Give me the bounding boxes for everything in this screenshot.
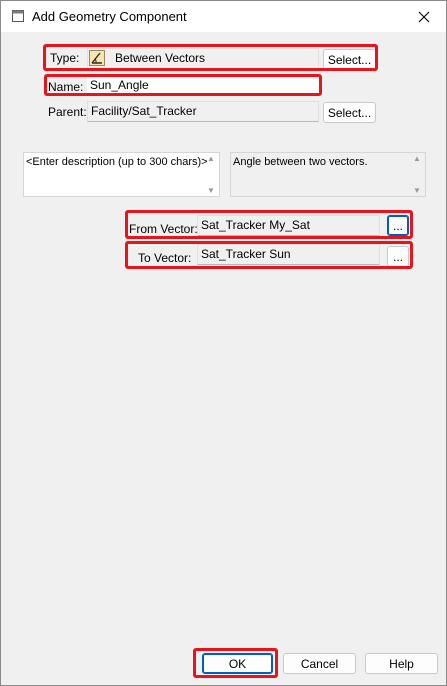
- type-label: Type:: [50, 51, 80, 65]
- description-placeholder: <Enter description (up to 300 chars)>: [26, 156, 208, 168]
- info-textarea: Angle between two vectors. ▲ ▼: [230, 152, 426, 197]
- name-input[interactable]: Sun_Angle: [87, 77, 319, 96]
- from-vector-browse-button[interactable]: ...: [387, 215, 409, 236]
- help-button[interactable]: Help: [365, 653, 438, 674]
- info-text: Angle between two vectors.: [233, 156, 368, 168]
- cancel-button[interactable]: Cancel: [283, 653, 356, 674]
- scroll-up-icon[interactable]: ▲: [207, 154, 215, 163]
- title-bar: Add Geometry Component: [1, 1, 446, 32]
- close-button[interactable]: [402, 1, 446, 32]
- name-label: Name:: [48, 80, 84, 94]
- description-scrollbar[interactable]: ▲ ▼: [204, 154, 218, 195]
- to-vector-browse-button[interactable]: ...: [387, 246, 409, 267]
- ok-button[interactable]: OK: [202, 653, 273, 674]
- to-vector-field: Sat_Tracker Sun: [197, 244, 380, 265]
- type-value: Between Vectors: [115, 51, 206, 65]
- scroll-up-icon[interactable]: ▲: [413, 154, 421, 163]
- add-geometry-dialog: Add Geometry Component Type: Between Vec…: [0, 0, 447, 686]
- parent-field: Facility/Sat_Tracker: [87, 101, 319, 122]
- close-icon: [418, 11, 430, 22]
- type-select-button[interactable]: Select...: [323, 49, 376, 70]
- type-field: Between Vectors: [87, 48, 319, 70]
- description-textarea[interactable]: <Enter description (up to 300 chars)> ▲ …: [23, 152, 220, 197]
- from-vector-label: From Vector:: [129, 222, 198, 236]
- parent-select-button[interactable]: Select...: [323, 102, 376, 123]
- parent-label: Parent:: [48, 105, 87, 119]
- scroll-down-icon[interactable]: ▼: [207, 186, 215, 195]
- angle-geometry-icon: [89, 50, 105, 66]
- scroll-down-icon[interactable]: ▼: [413, 186, 421, 195]
- to-vector-label: To Vector:: [138, 251, 192, 265]
- from-vector-field: Sat_Tracker My_Sat: [197, 215, 380, 236]
- window-title: Add Geometry Component: [32, 9, 187, 24]
- window-icon: [12, 10, 24, 22]
- info-scrollbar[interactable]: ▲ ▼: [410, 154, 424, 195]
